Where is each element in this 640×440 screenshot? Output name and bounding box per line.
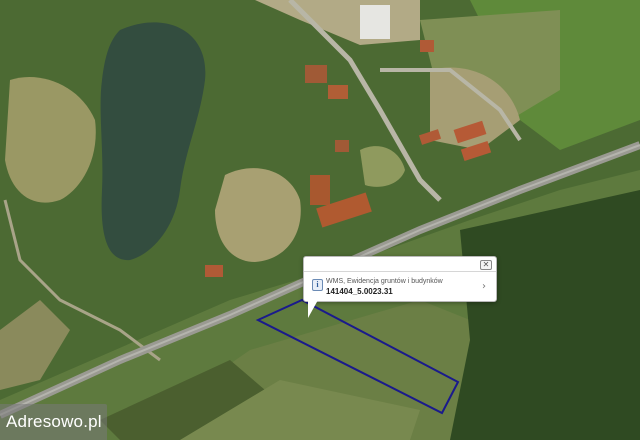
parcel-boundary[interactable] bbox=[0, 0, 640, 440]
close-icon[interactable]: ✕ bbox=[480, 260, 492, 270]
parcel-info-popup[interactable]: ✕ i WMS, Ewidencja gruntów i budynków 14… bbox=[303, 256, 497, 318]
map-view[interactable]: ✕ i WMS, Ewidencja gruntów i budynków 14… bbox=[0, 0, 640, 440]
watermark-text: Adresowo.pl bbox=[6, 412, 102, 431]
popup-divider bbox=[304, 271, 496, 272]
info-icon: i bbox=[312, 279, 323, 291]
chevron-right-icon[interactable]: › bbox=[482, 282, 486, 292]
parcel-outline[interactable] bbox=[255, 298, 460, 415]
layer-name: WMS, Ewidencja gruntów i budynków bbox=[326, 278, 443, 285]
popup-pointer bbox=[308, 300, 318, 318]
watermark: Adresowo.pl bbox=[0, 404, 107, 440]
parcel-id: 141404_5.0023.31 bbox=[326, 287, 393, 296]
